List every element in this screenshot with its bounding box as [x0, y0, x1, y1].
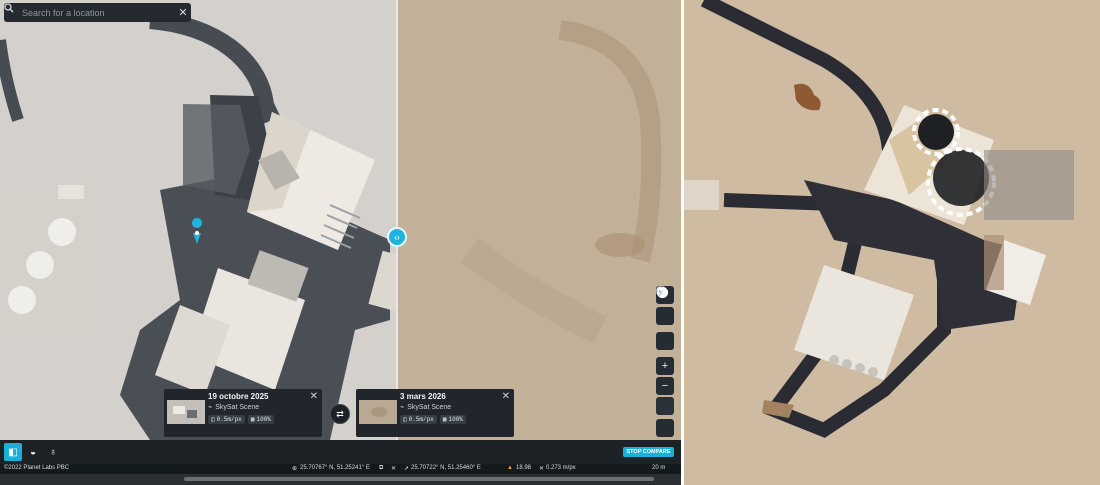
- coverage-chip: ▦ 100%: [439, 415, 466, 424]
- resolution-value: 0.5m/px: [216, 416, 242, 423]
- taskbar: [0, 474, 681, 485]
- distance-value: 18.98: [516, 465, 532, 471]
- scene-source: ⌁ SkySat Scene: [208, 403, 260, 412]
- resolution-icon: ◫: [403, 416, 407, 423]
- lightbulb-icon[interactable]: ♁: [44, 443, 62, 461]
- bottom-toolbar: ◧ ◒ ♁: [0, 440, 681, 464]
- coordinate-a: 25.70767° N, 51.25241° E: [300, 465, 370, 471]
- scene-source-label: SkySat Scene: [215, 403, 260, 411]
- close-icon[interactable]: ✕: [502, 391, 510, 402]
- zoom-out-icon[interactable]: −: [656, 377, 674, 395]
- satellite-icon: ⌁: [400, 404, 405, 411]
- map-viewport[interactable]: ✕ ‹› + − 19: [0, 0, 681, 440]
- warning-icon: ▲: [507, 465, 513, 471]
- globe-icon[interactable]: [656, 286, 674, 415]
- coverage-icon: ▦: [250, 416, 255, 423]
- scene-thumbnail: [167, 400, 205, 424]
- scene-source-label: SkySat Scene: [407, 403, 452, 411]
- contrast-icon[interactable]: ◒: [24, 443, 42, 461]
- scene-source: ⌁ SkySat Scene: [400, 403, 452, 412]
- map-imagery: [0, 0, 681, 440]
- search-zoom-icon[interactable]: [656, 286, 674, 437]
- search-input[interactable]: [22, 7, 175, 18]
- scene-date: 3 mars 2026: [400, 392, 446, 401]
- resolution-value: 0.5m/px: [408, 416, 434, 423]
- layers-icon[interactable]: [656, 286, 674, 350]
- map-app: ✕ ‹› + − 19: [0, 0, 681, 485]
- resolution-icon: ◫: [211, 416, 215, 423]
- scene-thumbnail: [359, 400, 397, 424]
- close-icon[interactable]: ✕: [310, 391, 318, 402]
- copy-icon[interactable]: ⧉: [379, 465, 383, 472]
- horizontal-scrollbar[interactable]: [184, 477, 654, 481]
- coverage-value: 100%: [256, 416, 271, 423]
- compare-card-left[interactable]: 19 octobre 2025 ✕ ⌁ SkySat Scene ◫ 0.5m/p…: [164, 389, 322, 437]
- scale-bar-label: 20 m: [652, 465, 666, 471]
- crosshair-icon: ⊕: [292, 466, 298, 472]
- ruler-icon[interactable]: [656, 286, 674, 325]
- coverage-value: 100%: [448, 416, 463, 423]
- resolution-chip: ◫ 0.5m/px: [400, 415, 437, 424]
- coordinate-b: 25.70722° N, 51.25460° E: [411, 465, 481, 471]
- scale-icon: ✕: [539, 466, 545, 472]
- compare-card-right[interactable]: 3 mars 2026 ✕ ⌁ SkySat Scene ◫ 0.5m/px ▦ 1…: [356, 389, 514, 437]
- zoom-in-icon[interactable]: +: [656, 357, 674, 375]
- satellite-icon: ⌁: [208, 404, 213, 411]
- stop-compare-button[interactable]: STOP COMPARE: [623, 447, 674, 457]
- cursor-icon: ➚: [404, 466, 410, 472]
- coverage-chip: ▦ 100%: [247, 415, 274, 424]
- compare-icon[interactable]: ◧: [4, 443, 22, 461]
- coverage-icon: ▦: [442, 416, 447, 423]
- satellite-photo: [684, 0, 1100, 485]
- scene-date: 19 octobre 2025: [208, 392, 269, 401]
- close-icon[interactable]: ✕: [391, 465, 396, 472]
- compare-slider-handle[interactable]: ‹›: [387, 227, 407, 247]
- resolution-chip: ◫ 0.5m/px: [208, 415, 245, 424]
- satellite-photo-image: [684, 0, 1100, 485]
- close-icon[interactable]: ✕: [175, 6, 191, 19]
- status-bar: ©2022 Planet Labs PBC ⊕ 25.70767° N, 51.…: [0, 464, 681, 474]
- swap-icon[interactable]: ⇄: [330, 404, 350, 424]
- search-bar[interactable]: ✕: [4, 3, 191, 22]
- map-tools: + −: [656, 286, 674, 437]
- scale-value: 0.273 m/px: [546, 465, 576, 471]
- copyright: ©2022 Planet Labs PBC: [4, 465, 70, 471]
